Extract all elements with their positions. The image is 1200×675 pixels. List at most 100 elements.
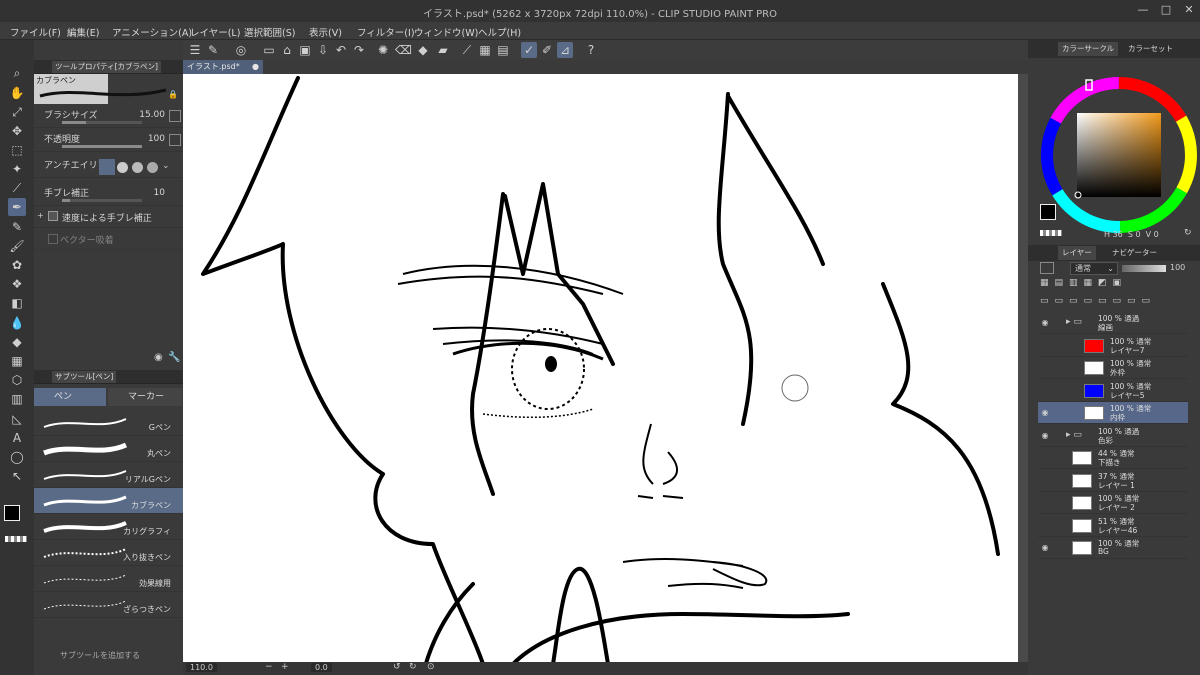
tool-property-tab[interactable]: ツールプロパティ[カブラペン] xyxy=(52,61,161,73)
folder-icon[interactable]: ▸ ▭ xyxy=(1066,430,1082,440)
menu-icon[interactable]: ☰ xyxy=(187,42,203,58)
eraser-icon[interactable]: ◧ xyxy=(8,294,26,312)
color-wheel[interactable] xyxy=(1040,76,1198,234)
move-icon[interactable]: ✥ xyxy=(8,122,26,140)
blend-mode-select[interactable]: 通常 ⌄ xyxy=(1070,262,1118,275)
snap-grid-icon[interactable]: ⊿ xyxy=(557,42,573,58)
layer-item[interactable]: 100 % 通常 外枠 xyxy=(1038,357,1188,379)
rotate-left-icon[interactable]: ↺ xyxy=(393,662,401,672)
document-tab[interactable]: イラスト.psd* ● xyxy=(183,60,263,74)
vector-snap-checkbox[interactable] xyxy=(48,234,58,244)
selection-icon[interactable]: ⬚ xyxy=(8,141,26,159)
subtool-group-pen[interactable]: ペン xyxy=(34,388,106,406)
antialias-none-option[interactable] xyxy=(99,159,115,175)
layer-item[interactable]: 37 % 通常 レイヤー 1 xyxy=(1038,470,1188,492)
fill-bucket-icon[interactable]: ◆ xyxy=(8,333,26,351)
stabilization-slider[interactable] xyxy=(62,199,142,202)
transform-icon[interactable]: ⟋ xyxy=(459,42,475,58)
transparent-color-icon[interactable] xyxy=(5,536,27,542)
loading-icon[interactable]: ✺ xyxy=(375,42,391,58)
visibility-eye-icon[interactable]: ◉ xyxy=(1040,431,1050,441)
figure-icon[interactable]: ⬡ xyxy=(8,371,26,389)
tool-menu-icon[interactable]: ◉ xyxy=(154,352,163,363)
menu-animation[interactable]: アニメーション(A) xyxy=(112,25,192,39)
maximize-button[interactable]: □ xyxy=(1158,3,1174,17)
undo-icon[interactable]: ↶ xyxy=(333,42,349,58)
layer-folder[interactable]: ◉ ▸ ▭ 100 % 通過 線画 xyxy=(1038,312,1188,334)
subtool-item[interactable]: カリグラフィ xyxy=(34,514,183,540)
gradient-icon[interactable]: ▦ xyxy=(8,352,26,370)
refresh-icon[interactable]: ↻ xyxy=(1184,228,1192,238)
folder-icon[interactable]: ▸ ▭ xyxy=(1066,317,1082,327)
eyedropper-icon[interactable]: ⟋ xyxy=(8,179,26,197)
layer-folder[interactable]: ◉ ▸ ▭ 100 % 通過 色彩 xyxy=(1038,425,1188,447)
decoration-icon[interactable]: ❖ xyxy=(8,275,26,293)
blend-icon[interactable]: 💧 xyxy=(8,314,26,332)
zoom-in-icon[interactable]: + xyxy=(281,662,289,672)
airbrush-icon[interactable]: ✿ xyxy=(8,256,26,274)
stroke-icon[interactable]: ▰ xyxy=(435,42,451,58)
menu-edit[interactable]: 編集(E) xyxy=(67,25,99,39)
menu-filter[interactable]: フィルター(I) xyxy=(357,25,415,39)
zoom-icon[interactable]: ⌕ xyxy=(8,64,26,82)
layer-toolbar-row-2[interactable]: ▭▭▭▭▭▭▭▭ xyxy=(1040,296,1190,310)
save-icon[interactable]: ▣ xyxy=(297,42,313,58)
brush-icon[interactable]: 🖌 xyxy=(8,237,26,255)
menu-file[interactable]: ファイル(F) xyxy=(10,25,61,39)
help-icon[interactable]: ? xyxy=(583,42,599,58)
visibility-eye-icon[interactable]: ◉ xyxy=(1040,408,1050,418)
correct-line-icon[interactable]: ↖ xyxy=(8,467,26,485)
menu-view[interactable]: 表示(V) xyxy=(309,25,342,39)
sub-tool-tab[interactable]: サブツール[ペン] xyxy=(52,371,117,383)
ruler-tool-icon[interactable]: ◺ xyxy=(8,410,26,428)
open-folder-icon[interactable]: ⌂ xyxy=(279,42,295,58)
visibility-eye-icon[interactable] xyxy=(1040,386,1050,396)
zoom-out-icon[interactable]: − xyxy=(265,662,273,672)
canvas-area[interactable] xyxy=(183,74,1028,664)
wrench-icon[interactable]: 🔧 xyxy=(168,352,180,363)
hand-icon[interactable]: ✋ xyxy=(8,84,26,102)
visibility-eye-icon[interactable] xyxy=(1040,521,1050,531)
fill-icon[interactable]: ◆ xyxy=(415,42,431,58)
layer-item[interactable]: 100 % 通常 レイヤー7 xyxy=(1038,335,1188,357)
visibility-eye-icon[interactable] xyxy=(1040,363,1050,373)
visibility-eye-icon[interactable]: ◉ xyxy=(1040,543,1050,553)
speed-stab-checkbox[interactable] xyxy=(48,211,58,221)
layer-item[interactable]: 100 % 通常 レイヤー5 xyxy=(1038,380,1188,402)
ruler-icon[interactable]: ▤ xyxy=(495,42,511,58)
subtool-item[interactable]: カブラペン xyxy=(34,488,183,514)
rotate-right-icon[interactable]: ↻ xyxy=(409,662,417,672)
zoom-value[interactable]: 110.0 xyxy=(186,663,217,672)
visibility-eye-icon[interactable] xyxy=(1040,476,1050,486)
subtool-item[interactable]: リアルGペン xyxy=(34,462,183,488)
layer-opacity-value[interactable]: 100 xyxy=(1170,263,1185,272)
opacity-pressure-icon[interactable] xyxy=(169,134,181,146)
angle-value[interactable]: 0.0 xyxy=(311,663,332,672)
visibility-eye-icon[interactable] xyxy=(1040,341,1050,351)
frame-icon[interactable]: ▥ xyxy=(8,390,26,408)
subtool-item[interactable]: 効果線用 xyxy=(34,566,183,592)
text-icon[interactable]: A xyxy=(8,429,26,447)
visibility-eye-icon[interactable]: ◉ xyxy=(1040,318,1050,328)
pen-icon[interactable]: ✒ xyxy=(8,198,26,216)
opacity-slider[interactable] xyxy=(62,145,142,148)
add-subtool-link[interactable]: サブツールを追加する xyxy=(60,650,140,661)
menu-layer[interactable]: レイヤー(L) xyxy=(190,25,240,39)
expand-plus-icon[interactable]: + xyxy=(37,212,45,220)
operation-icon[interactable]: ⤢ xyxy=(8,103,26,121)
visibility-eye-icon[interactable] xyxy=(1040,498,1050,508)
stabilization-value[interactable]: 10 xyxy=(154,188,165,198)
tab-color-set[interactable]: カラーセット xyxy=(1124,42,1177,56)
brush-size-slider[interactable] xyxy=(62,121,142,124)
color-main-swatch[interactable] xyxy=(1040,204,1056,220)
subtool-item[interactable]: Gペン xyxy=(34,410,183,436)
brush-size-pressure-icon[interactable] xyxy=(169,110,181,122)
layer-item[interactable]: 44 % 通常 下描き xyxy=(1038,447,1188,469)
lock-icon[interactable]: 🔒 xyxy=(168,90,178,100)
snap-ruler-icon[interactable]: ✓ xyxy=(521,42,537,58)
subtool-group-marker[interactable]: マーカー xyxy=(108,388,182,406)
tab-layer[interactable]: レイヤー xyxy=(1058,246,1096,260)
pencil-icon[interactable]: ✎ xyxy=(8,218,26,236)
layer-color-icon[interactable] xyxy=(1040,262,1054,274)
tab-color-circle[interactable]: カラーサークル xyxy=(1058,42,1119,56)
